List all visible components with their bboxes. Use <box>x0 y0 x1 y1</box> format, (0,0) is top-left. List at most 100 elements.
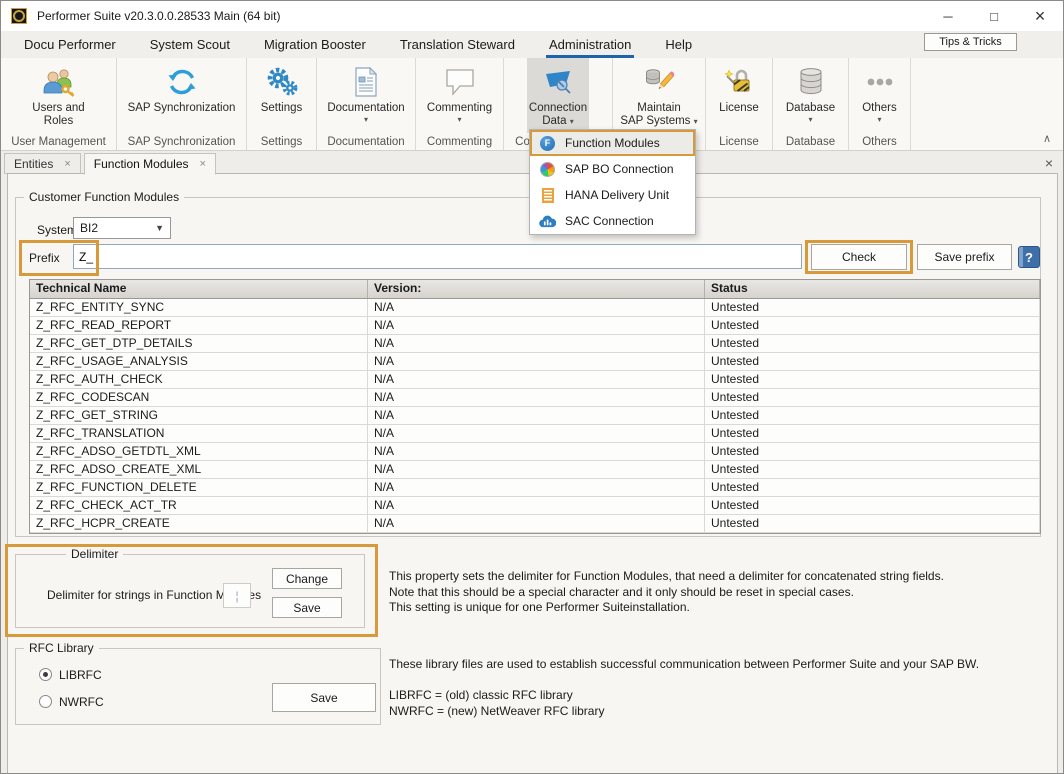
commenting-button[interactable]: Commenting ▾ <box>416 58 503 133</box>
settings-button[interactable]: Settings <box>247 58 316 133</box>
table-cell-status: Untested <box>705 497 1040 514</box>
ribbon-group-database: Database ▾ Database <box>773 58 849 150</box>
license-button[interactable]: License <box>706 58 772 133</box>
menu-translation-steward[interactable]: Translation Steward <box>383 31 532 58</box>
menu-docu-performer[interactable]: Docu Performer <box>7 31 133 58</box>
menu-help[interactable]: Help <box>648 31 709 58</box>
menu-item-hana-delivery-unit[interactable]: HANA Delivery Unit <box>530 182 695 208</box>
database-icon <box>798 62 824 102</box>
table-row[interactable]: Z_RFC_ADSO_CREATE_XMLN/AUntested <box>30 461 1040 479</box>
table-cell-version: N/A <box>368 515 705 532</box>
table-cell-status: Untested <box>705 317 1040 334</box>
database-button[interactable]: Database ▾ <box>773 58 848 133</box>
system-combobox[interactable]: BI2 ▼ <box>73 217 171 239</box>
save-prefix-button[interactable]: Save prefix <box>917 244 1012 270</box>
chevron-down-icon: ▾ <box>877 115 881 124</box>
ribbon-group-sap-sync: SAP Synchronization SAP Synchronization <box>117 58 247 150</box>
table-cell-version: N/A <box>368 497 705 514</box>
speech-bubble-icon <box>445 62 475 102</box>
others-button[interactable]: Others ▾ <box>849 58 910 133</box>
table-cell-version: N/A <box>368 461 705 478</box>
check-button[interactable]: Check <box>811 244 907 270</box>
window-title: Performer Suite v20.3.0.0.28533 Main (64… <box>37 9 280 23</box>
tips-tricks-button[interactable]: Tips & Tricks <box>924 33 1017 51</box>
column-version[interactable]: Version: <box>368 280 705 298</box>
tab-entities[interactable]: Entities × <box>4 153 81 174</box>
table-row[interactable]: Z_RFC_READ_REPORTN/AUntested <box>30 317 1040 335</box>
table-row[interactable]: Z_RFC_CODESCANN/AUntested <box>30 389 1040 407</box>
table-cell-name: Z_RFC_ENTITY_SYNC <box>30 299 368 316</box>
chevron-down-icon: ▼ <box>155 223 164 233</box>
table-cell-status: Untested <box>705 299 1040 316</box>
librfc-radio[interactable] <box>39 668 52 681</box>
table-row[interactable]: Z_RFC_HCPR_CREATEN/AUntested <box>30 515 1040 533</box>
table-row[interactable]: Z_RFC_FUNCTION_DELETEN/AUntested <box>30 479 1040 497</box>
fm-table-body: Z_RFC_ENTITY_SYNCN/AUntestedZ_RFC_READ_R… <box>30 299 1040 533</box>
menu-migration-booster[interactable]: Migration Booster <box>247 31 383 58</box>
delimiter-change-button[interactable]: Change <box>272 568 342 589</box>
ribbon-group-others: Others ▾ Others <box>849 58 911 150</box>
prefix-input[interactable] <box>73 244 802 269</box>
maximize-button[interactable]: □ <box>971 1 1017 31</box>
column-technical-name[interactable]: Technical Name <box>30 280 368 298</box>
delimiter-save-button[interactable]: Save <box>272 597 342 618</box>
menu-item-sac-connection[interactable]: SAC Connection <box>530 208 695 234</box>
table-cell-name: Z_RFC_FUNCTION_DELETE <box>30 479 368 496</box>
ribbon-collapse-icon[interactable]: ∧ <box>1043 132 1051 145</box>
title-bar: Performer Suite v20.3.0.0.28533 Main (64… <box>1 1 1063 31</box>
connection-data-button[interactable]: Connection Data ▾ <box>527 58 589 133</box>
table-cell-name: Z_RFC_CHECK_ACT_TR <box>30 497 368 514</box>
users-and-roles-button[interactable]: Users and Roles <box>1 58 116 133</box>
table-row[interactable]: Z_RFC_GET_STRINGN/AUntested <box>30 407 1040 425</box>
chevron-down-icon: ▾ <box>364 115 368 124</box>
sap-bo-icon <box>539 162 556 177</box>
maintain-pencil-database-icon <box>644 62 674 102</box>
chevron-down-icon: ▾ <box>457 115 461 124</box>
delimiter-value-field[interactable]: ¦ <box>223 583 251 608</box>
table-cell-version: N/A <box>368 353 705 370</box>
table-header-row[interactable]: Technical Name Version: Status <box>30 280 1040 299</box>
group-title: Delimiter <box>66 547 123 561</box>
tab-function-modules[interactable]: Function Modules × <box>84 153 216 175</box>
ellipsis-icon <box>863 62 897 102</box>
table-row[interactable]: Z_RFC_USAGE_ANALYSISN/AUntested <box>30 353 1040 371</box>
column-status[interactable]: Status <box>705 280 1040 298</box>
menu-item-function-modules[interactable]: F Function Modules <box>530 130 695 156</box>
rfc-save-button[interactable]: Save <box>272 683 376 712</box>
ribbon-group-documentation: Documentation ▾ Documentation <box>317 58 416 150</box>
tab-close-icon[interactable]: × <box>200 158 206 170</box>
ribbon-group-settings: Settings Settings <box>247 58 317 150</box>
license-lock-icon <box>724 62 754 102</box>
tab-close-icon[interactable]: × <box>64 158 70 170</box>
table-cell-version: N/A <box>368 299 705 316</box>
table-row[interactable]: Z_RFC_CHECK_ACT_TRN/AUntested <box>30 497 1040 515</box>
table-row[interactable]: Z_RFC_ADSO_GETDTL_XMLN/AUntested <box>30 443 1040 461</box>
maintain-sap-systems-button[interactable]: Maintain SAP Systems ▾ <box>613 58 705 133</box>
function-modules-table: Technical Name Version: Status Z_RFC_ENT… <box>29 279 1041 534</box>
menu-system-scout[interactable]: System Scout <box>133 31 247 58</box>
table-cell-status: Untested <box>705 479 1040 496</box>
table-row[interactable]: Z_RFC_ENTITY_SYNCN/AUntested <box>30 299 1040 317</box>
table-row[interactable]: Z_RFC_AUTH_CHECKN/AUntested <box>30 371 1040 389</box>
table-row[interactable]: Z_RFC_TRANSLATIONN/AUntested <box>30 425 1040 443</box>
table-cell-status: Untested <box>705 407 1040 424</box>
users-roles-icon <box>42 62 76 102</box>
close-button[interactable]: × <box>1017 1 1063 31</box>
table-cell-name: Z_RFC_CODESCAN <box>30 389 368 406</box>
table-cell-status: Untested <box>705 461 1040 478</box>
tabstrip-close-icon[interactable]: × <box>1045 155 1053 171</box>
table-cell-version: N/A <box>368 443 705 460</box>
nwrfc-radio[interactable] <box>39 695 52 708</box>
menu-item-sap-bo-connection[interactable]: SAP BO Connection <box>530 156 695 182</box>
app-window: Performer Suite v20.3.0.0.28533 Main (64… <box>0 0 1064 774</box>
delimiter-description: This property sets the delimiter for Fun… <box>389 569 944 616</box>
documentation-button[interactable]: Documentation ▾ <box>317 58 415 133</box>
help-icon[interactable]: ? <box>1018 246 1040 268</box>
menu-administration[interactable]: Administration <box>532 31 648 58</box>
librfc-label[interactable]: LIBRFC <box>59 668 102 682</box>
sap-synchronization-button[interactable]: SAP Synchronization <box>117 58 246 133</box>
table-cell-version: N/A <box>368 479 705 496</box>
table-row[interactable]: Z_RFC_GET_DTP_DETAILSN/AUntested <box>30 335 1040 353</box>
minimize-button[interactable]: ─ <box>925 1 971 31</box>
nwrfc-label[interactable]: NWRFC <box>59 695 104 709</box>
